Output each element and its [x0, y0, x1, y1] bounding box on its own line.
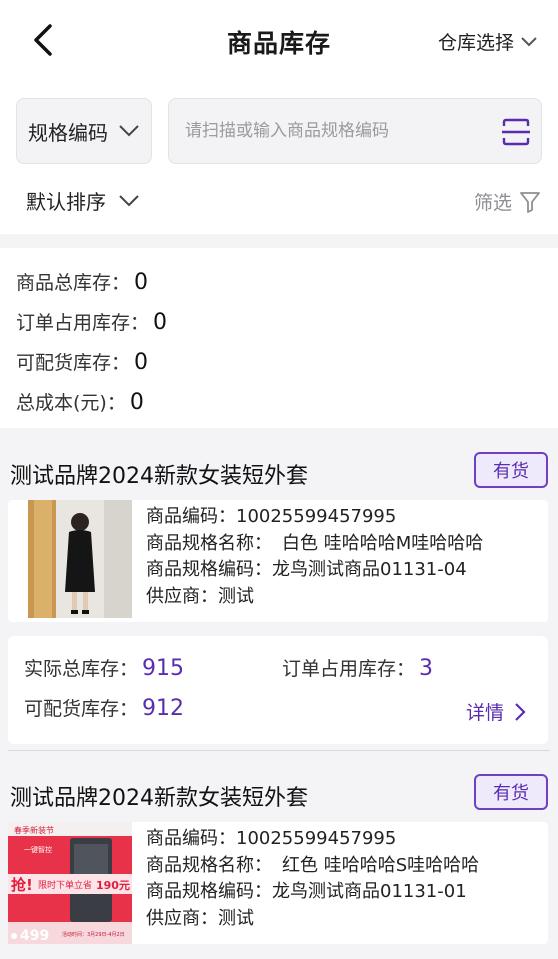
alloc-stock-stat: 可配货库存： 912: [24, 694, 184, 721]
header-bar: 商品库存 仓库选择: [0, 0, 558, 82]
filter-button[interactable]: 筛选: [474, 188, 540, 215]
stat-value: 912: [142, 696, 185, 721]
actual-stock-stat: 实际总库存： 915: [24, 654, 184, 681]
order-stock-stat: 订单占用库存： 3: [282, 654, 433, 681]
card-divider: [8, 750, 550, 751]
warehouse-select-label: 仓库选择: [437, 32, 514, 54]
sort-label: 默认排序: [26, 190, 106, 214]
supplier: 测试: [218, 585, 254, 607]
stat-label: 实际总库存：: [24, 658, 139, 680]
promo-price-text: 499: [20, 928, 49, 944]
scan-icon[interactable]: [501, 117, 531, 147]
promo-grab-text: 抢!: [11, 876, 33, 894]
product-info-lines: 商品编码：10025599457995 商品规格名称： 白色 哇哈哈哈M哇哈哈哈 …: [146, 504, 483, 610]
info-label: 商品编码：: [146, 506, 236, 527]
promo-slogan-text: 限时下单立省: [38, 879, 92, 891]
product-photo-woman-coat: [28, 500, 132, 618]
stock-status-badge[interactable]: 有货: [474, 774, 548, 810]
chevron-down-icon: [119, 125, 139, 137]
summary-order-occupied: 订单占用库存： 0: [16, 308, 167, 335]
stock-stats-box: 实际总库存： 915 订单占用库存： 3 可配货库存： 912 详情: [8, 636, 548, 744]
summary-value: 0: [153, 310, 168, 335]
promo-amount-text: 190元: [96, 879, 130, 892]
search-input[interactable]: [185, 121, 485, 141]
search-panel: 规格编码 默认排序 筛选: [0, 82, 558, 234]
stock-status-badge[interactable]: 有货: [474, 452, 548, 488]
product-promo-image: 春季新装节 一键智控 抢! 限时下单立省 190元 499 活动时间：3月29日…: [8, 822, 132, 944]
spec-type-select[interactable]: 规格编码: [16, 98, 152, 164]
stock-summary: 商品总库存： 0 订单占用库存： 0 可配货库存： 0 总成本(元)： 0: [0, 248, 558, 428]
info-label: 供应商：: [146, 585, 218, 607]
summary-value: 0: [129, 390, 144, 415]
summary-allocatable: 可配货库存： 0: [16, 348, 148, 375]
spec-code-row: 商品规格编码：龙鸟测试商品01131-01: [146, 879, 479, 906]
info-label: 供应商：: [146, 907, 218, 929]
supplier-row: 供应商：测试: [146, 584, 483, 611]
stat-label: 订单占用库存：: [282, 658, 416, 680]
summary-label: 总成本(元)：: [16, 392, 126, 414]
spec-name: 白色 哇哈哈哈M哇哈哈哈: [282, 532, 484, 554]
promo-top-text: 春季新装节: [14, 825, 54, 835]
supplier: 测试: [218, 907, 254, 929]
search-box: [168, 98, 542, 164]
detail-label: 详情: [465, 702, 504, 724]
chevron-right-icon: [515, 702, 526, 721]
spec-name: 红色 哇哈哈哈S哇哈哈哈: [282, 854, 480, 876]
spec-code-row: 商品规格编码：龙鸟测试商品01131-04: [146, 557, 483, 584]
product-card[interactable]: 测试品牌2024新款女装短外套 有货 春季新装节 一键智控 抢! 限时下单立省 …: [0, 758, 558, 959]
info-label: 商品编码：: [146, 828, 236, 849]
summary-label: 商品总库存：: [16, 272, 131, 294]
sort-select[interactable]: 默认排序: [26, 186, 140, 215]
summary-total-cost: 总成本(元)： 0: [16, 388, 144, 415]
promo-date-text: 活动时间：3月29日-4月2日: [62, 931, 125, 938]
promo-mid-text: 一键智控: [24, 845, 52, 854]
spec-type-label: 规格编码: [28, 120, 108, 145]
chevron-down-icon: [119, 194, 139, 206]
summary-value: 0: [134, 270, 149, 295]
product-code: 10025599457995: [236, 828, 397, 849]
filter-label: 筛选: [473, 192, 512, 214]
detail-link[interactable]: 详情: [466, 698, 526, 725]
product-title: 测试品牌2024新款女装短外套: [10, 786, 308, 811]
product-info-lines: 商品编码：10025599457995 商品规格名称： 红色 哇哈哈哈S哇哈哈哈 …: [146, 826, 479, 932]
product-image[interactable]: 春季新装节 一键智控 抢! 限时下单立省 190元 499 活动时间：3月29日…: [8, 822, 132, 944]
product-info-box: 春季新装节 一键智控 抢! 限时下单立省 190元 499 活动时间：3月29日…: [8, 822, 548, 944]
info-label: 商品规格名称：: [146, 854, 272, 876]
product-code: 10025599457995: [236, 506, 397, 527]
product-code-row: 商品编码：10025599457995: [146, 826, 479, 853]
product-title: 测试品牌2024新款女装短外套: [10, 464, 308, 489]
spec-name-row: 商品规格名称： 白色 哇哈哈哈M哇哈哈哈: [146, 531, 483, 558]
warehouse-select[interactable]: 仓库选择: [438, 28, 538, 55]
summary-value: 0: [134, 350, 149, 375]
supplier-row: 供应商：测试: [146, 906, 479, 933]
info-label: 商品规格名称：: [146, 532, 272, 554]
spec-name-row: 商品规格名称： 红色 哇哈哈哈S哇哈哈哈: [146, 853, 479, 880]
filter-icon: [520, 191, 540, 213]
product-image[interactable]: [28, 500, 132, 618]
spec-code: 龙鸟测试商品01131-04: [272, 559, 467, 580]
stat-label: 可配货库存：: [24, 698, 139, 720]
summary-label: 订单占用库存：: [16, 312, 150, 334]
summary-total-stock: 商品总库存： 0: [16, 268, 148, 295]
spec-code: 龙鸟测试商品01131-01: [272, 881, 467, 902]
product-card[interactable]: 测试品牌2024新款女装短外套 有货 商品编码：10025599457995 商…: [0, 438, 558, 758]
summary-label: 可配货库存：: [16, 352, 131, 374]
product-code-row: 商品编码：10025599457995: [146, 504, 483, 531]
stat-value: 3: [419, 656, 434, 681]
info-label: 商品规格编码：: [146, 881, 272, 902]
info-label: 商品规格编码：: [146, 559, 272, 580]
chevron-down-icon: [521, 36, 537, 46]
stat-value: 915: [142, 656, 185, 681]
product-info-box: 商品编码：10025599457995 商品规格名称： 白色 哇哈哈哈M哇哈哈哈 …: [8, 500, 548, 622]
